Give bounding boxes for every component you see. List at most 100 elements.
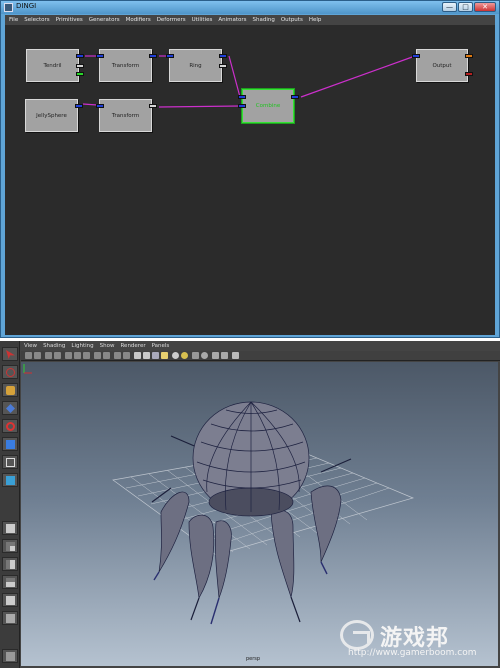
axis-gizmo xyxy=(23,364,32,374)
node-label: Combine xyxy=(255,103,281,109)
paint-select-icon[interactable] xyxy=(2,383,18,397)
output-port[interactable] xyxy=(465,72,473,76)
shadows-icon[interactable] xyxy=(172,352,179,359)
output-port[interactable] xyxy=(76,64,84,68)
menu-primitives[interactable]: Primitives xyxy=(56,15,83,25)
node-label: JellySphere xyxy=(36,112,67,119)
node-transform[interactable]: Transform xyxy=(96,99,157,132)
wire-combine-output xyxy=(300,55,416,98)
smooth-shade-icon[interactable] xyxy=(143,352,150,359)
move-icon[interactable] xyxy=(2,401,18,415)
input-port[interactable] xyxy=(96,54,104,58)
last-tool-icon[interactable] xyxy=(2,473,18,487)
output-port[interactable] xyxy=(291,95,299,99)
node-output[interactable]: Output xyxy=(412,49,473,82)
manipulator-icon[interactable] xyxy=(2,455,18,469)
gamerboom-logo-icon xyxy=(340,620,374,650)
menu-help[interactable]: Help xyxy=(309,15,322,25)
isolate-select-icon[interactable] xyxy=(201,352,208,359)
node-editor-window: DINGI — □ ✕ File Selectors Primitives Ge… xyxy=(0,0,500,338)
layout-single-icon[interactable] xyxy=(2,521,18,535)
3d-viewport[interactable]: persp 游戏邦 http://www.gamerboom.com xyxy=(21,362,498,666)
resolution-gate-icon[interactable] xyxy=(83,352,90,359)
film-gate-icon[interactable] xyxy=(74,352,81,359)
lasso-icon[interactable] xyxy=(2,365,18,379)
layout-stack-icon[interactable] xyxy=(2,575,18,589)
camera-attr-icon[interactable] xyxy=(34,352,41,359)
node-jellysphere[interactable]: JellySphere xyxy=(25,99,83,132)
menu-animators[interactable]: Animators xyxy=(218,15,246,25)
wireframe-icon[interactable] xyxy=(134,352,141,359)
input-port[interactable] xyxy=(238,95,246,99)
layout-outliner-icon[interactable] xyxy=(2,593,18,607)
wire-transform2-combine xyxy=(158,105,241,108)
field-chart-icon[interactable] xyxy=(103,352,110,359)
window-controls: — □ ✕ xyxy=(442,2,496,12)
node-ring[interactable]: Ring xyxy=(166,49,227,82)
layout-graph-icon[interactable] xyxy=(2,611,18,625)
high-quality-icon[interactable] xyxy=(212,352,219,359)
image-plane-icon[interactable] xyxy=(54,352,61,359)
grid-icon[interactable] xyxy=(65,352,72,359)
menu-outputs[interactable]: Outputs xyxy=(281,15,303,25)
input-port[interactable] xyxy=(96,104,104,108)
menu-shading[interactable]: Shading xyxy=(253,15,275,25)
output-port[interactable] xyxy=(76,54,84,58)
xray-icon[interactable] xyxy=(192,352,199,359)
input-port[interactable] xyxy=(412,54,420,58)
title-bar[interactable]: DINGI — □ ✕ xyxy=(1,1,499,14)
toolbox xyxy=(0,341,20,668)
node-tendril[interactable]: Tendril xyxy=(26,49,84,82)
node-graph-canvas[interactable]: Tendril Transform Ring JellySphere Trans… xyxy=(5,25,495,335)
menu-shading[interactable]: Shading xyxy=(43,342,65,351)
node-label: Transform xyxy=(111,62,140,69)
watermark: 游戏邦 http://www.gamerboom.com xyxy=(340,620,490,660)
textured-icon[interactable] xyxy=(152,352,159,359)
safe-title-icon[interactable] xyxy=(123,352,130,359)
menu-show[interactable]: Show xyxy=(100,342,115,351)
output-port[interactable] xyxy=(465,54,473,58)
close-button[interactable]: ✕ xyxy=(474,2,496,12)
menu-modifiers[interactable]: Modifiers xyxy=(126,15,151,25)
menu-utilities[interactable]: Utilities xyxy=(192,15,213,25)
menu-selectors[interactable]: Selectors xyxy=(24,15,49,25)
node-combine[interactable]: Combine xyxy=(238,89,299,123)
viewport-menu-bar: View Shading Lighting Show Renderer Pane… xyxy=(21,342,500,351)
menu-panels[interactable]: Panels xyxy=(152,342,170,351)
viewport-renderer-icon[interactable] xyxy=(232,352,239,359)
output-port[interactable] xyxy=(75,104,83,108)
bookmark-icon[interactable] xyxy=(45,352,52,359)
rotate-icon[interactable] xyxy=(2,419,18,433)
menu-file[interactable]: File xyxy=(9,15,18,25)
camera-label: persp xyxy=(246,656,261,662)
use-lights-icon[interactable] xyxy=(161,352,168,359)
node-label: Output xyxy=(432,62,452,69)
safe-action-icon[interactable] xyxy=(114,352,121,359)
maximize-button[interactable]: □ xyxy=(458,2,473,12)
gate-mask-icon[interactable] xyxy=(94,352,101,359)
output-port[interactable] xyxy=(149,104,157,108)
layout-uv-icon[interactable] xyxy=(2,649,18,663)
menu-renderer[interactable]: Renderer xyxy=(120,342,145,351)
select-arrow-icon[interactable] xyxy=(2,347,18,361)
menu-lighting[interactable]: Lighting xyxy=(71,342,93,351)
node-transform[interactable]: Transform xyxy=(96,49,157,82)
menu-view[interactable]: View xyxy=(24,342,37,351)
xray-joints-icon[interactable] xyxy=(221,352,228,359)
scale-icon[interactable] xyxy=(2,437,18,451)
output-port[interactable] xyxy=(76,72,84,76)
layout-side-icon[interactable] xyxy=(2,557,18,571)
input-port[interactable] xyxy=(238,104,246,108)
output-port[interactable] xyxy=(219,64,227,68)
output-port[interactable] xyxy=(149,54,157,58)
ambient-occlusion-icon[interactable] xyxy=(181,352,188,359)
app-icon xyxy=(4,3,13,12)
layout-four-icon[interactable] xyxy=(2,539,18,553)
input-port[interactable] xyxy=(166,54,174,58)
camera-select-icon[interactable] xyxy=(25,352,32,359)
menu-deformers[interactable]: Deformers xyxy=(157,15,186,25)
minimize-button[interactable]: — xyxy=(442,2,457,12)
leg-tips xyxy=(153,561,328,625)
menu-generators[interactable]: Generators xyxy=(89,15,120,25)
output-port[interactable] xyxy=(219,54,227,58)
